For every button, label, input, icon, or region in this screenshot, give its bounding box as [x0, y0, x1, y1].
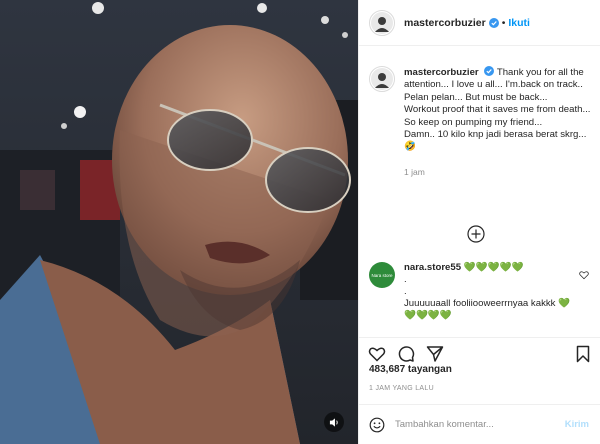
author-username[interactable]: mastercorbuzier — [404, 17, 486, 29]
header-separator: • — [501, 16, 506, 29]
post-caption: mastercorbuzier Thank you for all the at… — [369, 66, 595, 178]
video-frame-image — [0, 0, 358, 444]
post-date[interactable]: 1 JAM YANG LALU — [369, 385, 434, 392]
smiley-icon[interactable] — [369, 417, 385, 433]
caption-line: So keep on pumping my friend... — [404, 116, 543, 128]
mute-button[interactable] — [324, 412, 344, 432]
follow-button[interactable]: Ikuti — [508, 17, 530, 29]
commenter-username[interactable]: nara.store55 — [404, 262, 461, 273]
caption-line: Workout proof that it saves me from deat… — [404, 104, 591, 116]
comment-line: . — [404, 274, 407, 285]
comment-emoji-hearts: 💚💚💚💚💚 — [463, 262, 524, 273]
plus-circle-icon[interactable] — [466, 224, 486, 244]
commenter-avatar[interactable]: Nara store — [369, 262, 395, 288]
comment-like-heart-icon[interactable] — [579, 270, 589, 280]
comment-text: nara.store55 💚💚💚💚💚 . . Juuuuuaall foolii… — [404, 262, 579, 322]
post-header: mastercorbuzier • Ikuti — [359, 0, 600, 46]
caption-text: mastercorbuzier Thank you for all the at… — [404, 66, 595, 178]
view-count: 483,687 tayangan — [369, 364, 452, 375]
heart-icon[interactable] — [368, 345, 386, 363]
volume-icon — [329, 417, 338, 427]
comment-item: Nara store nara.store55 💚💚💚💚💚 . . Juuuuu… — [369, 262, 595, 322]
comment-input[interactable] — [395, 419, 555, 430]
post-comment-button[interactable]: Kirim — [565, 419, 589, 430]
share-icon[interactable] — [426, 345, 444, 363]
comment-icon[interactable] — [397, 345, 415, 363]
add-comment-form: Kirim — [359, 404, 600, 444]
bookmark-icon[interactable] — [574, 345, 592, 363]
post-details-panel: mastercorbuzier • Ikuti mastercorbuzier … — [358, 0, 600, 444]
verified-badge-icon — [484, 66, 495, 76]
caption-timestamp[interactable]: 1 jam — [404, 166, 595, 178]
avatar-image — [371, 68, 393, 90]
caption-line: Damn.. 10 kilo knp jadi berasa berat skr… — [404, 129, 587, 153]
avatar-image — [371, 11, 393, 34]
verified-badge-icon — [488, 17, 499, 28]
caption-username[interactable]: mastercorbuzier — [404, 67, 479, 78]
caption-author-avatar[interactable] — [369, 66, 395, 92]
comment-line: Juuuuuaall fooliiooweerrnyaa kakkk — [404, 298, 556, 309]
author-avatar[interactable] — [369, 9, 395, 36]
comment-line: . — [404, 286, 407, 297]
action-bar — [359, 337, 600, 367]
post-video[interactable] — [0, 0, 358, 444]
